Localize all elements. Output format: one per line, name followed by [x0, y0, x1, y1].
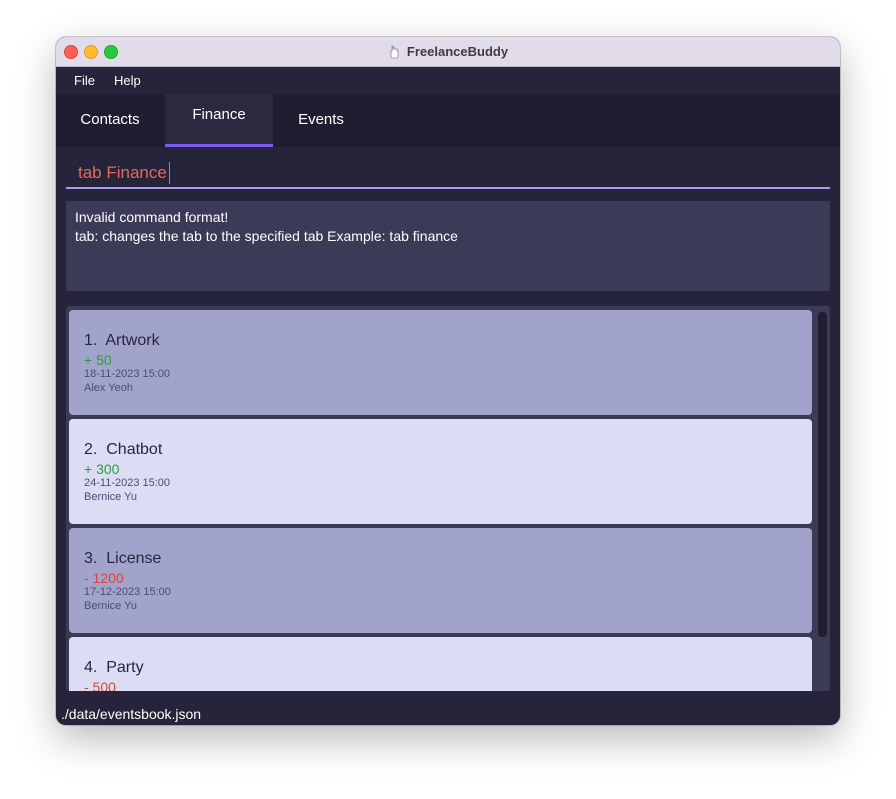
tab-label: Finance — [192, 106, 246, 123]
finance-title: 4. Party — [84, 659, 144, 677]
data-file-path: ./data/eventsbook.json — [61, 706, 202, 722]
finance-index: 4. — [84, 659, 98, 676]
finance-card[interactable]: 3. License - 1200 17-12-2023 15:00 Berni… — [69, 528, 812, 633]
finance-index: 2. — [84, 441, 98, 458]
finance-client: Bernice Yu — [84, 600, 138, 612]
finance-description: License — [106, 550, 162, 567]
finance-title: 3. License — [84, 550, 161, 568]
finance-index: 1. — [84, 332, 98, 349]
menu-bar: File Help — [56, 67, 840, 94]
finance-client: Alex Yeoh — [84, 382, 133, 394]
finance-description: Party — [106, 659, 144, 676]
tab-label: Events — [298, 111, 344, 128]
finance-title: 1. Artwork — [84, 332, 160, 350]
finance-amount: - 500 — [84, 679, 116, 691]
finance-description: Chatbot — [106, 441, 163, 458]
result-message-line: tab: changes the tab to the specified ta… — [75, 228, 458, 244]
finance-list: 1. Artwork + 50 18-11-2023 15:00 Alex Ye… — [66, 306, 830, 691]
menu-help[interactable]: Help — [114, 73, 141, 88]
tab-label: Contacts — [80, 111, 140, 128]
app-window: FreelanceBuddy File Help Contacts Financ… — [56, 37, 840, 725]
menu-file[interactable]: File — [74, 73, 95, 88]
finance-index: 3. — [84, 550, 98, 567]
tab-contacts[interactable]: Contacts — [64, 94, 156, 147]
finance-client: Bernice Yu — [84, 491, 138, 503]
window-title: FreelanceBuddy — [406, 44, 509, 59]
result-message-line: Invalid command format! — [75, 209, 229, 225]
status-bar: ./data/eventsbook.json — [56, 702, 840, 725]
command-input[interactable]: tab Finance — [66, 149, 830, 189]
tab-finance[interactable]: Finance — [165, 94, 273, 147]
tab-bar: Contacts Finance Events — [56, 94, 840, 147]
finance-card[interactable]: 2. Chatbot + 300 24-11-2023 15:00 Bernic… — [69, 419, 812, 524]
finance-amount: + 50 — [84, 352, 112, 368]
finance-description: Artwork — [105, 332, 160, 349]
finance-card[interactable]: 1. Artwork + 50 18-11-2023 15:00 Alex Ye… — [69, 310, 812, 415]
finance-title: 2. Chatbot — [84, 441, 162, 459]
result-display: Invalid command format! tab: changes the… — [66, 201, 830, 291]
list-scrollbar[interactable] — [818, 312, 827, 637]
finance-amount: + 300 — [84, 461, 120, 477]
app-logo-icon — [390, 45, 399, 58]
command-input-text: tab Finance — [78, 162, 170, 184]
finance-amount: - 1200 — [84, 570, 124, 586]
finance-date: 18-11-2023 15:00 — [84, 368, 171, 380]
tab-events[interactable]: Events — [276, 94, 366, 147]
finance-date: 17-12-2023 15:00 — [84, 586, 171, 598]
finance-date: 24-11-2023 15:00 — [84, 477, 171, 489]
command-area: tab Finance — [56, 147, 840, 191]
window-title-group: FreelanceBuddy — [56, 37, 840, 66]
finance-card[interactable]: 4. Party - 500 — [69, 637, 812, 691]
title-bar: FreelanceBuddy — [56, 37, 840, 67]
